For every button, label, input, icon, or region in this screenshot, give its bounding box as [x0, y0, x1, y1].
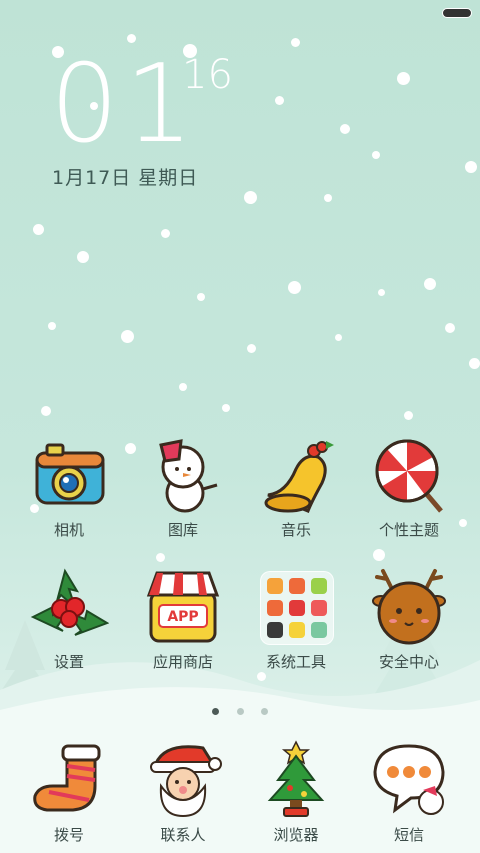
page-dot-2[interactable] — [236, 708, 244, 715]
clock-hour: 01 — [50, 42, 200, 167]
santa-icon — [143, 740, 223, 820]
app-store-icon: APP — [143, 567, 223, 647]
folder-icon — [256, 567, 336, 647]
camera-icon — [29, 435, 109, 515]
christmas-tree-icon — [256, 740, 336, 820]
app-settings[interactable]: 设置 — [14, 567, 124, 672]
app-camera[interactable]: 相机 — [14, 435, 124, 540]
app-label: 拨号 — [53, 826, 84, 844]
app-label: 系统工具 — [265, 653, 326, 671]
app-themes[interactable]: 个性主题 — [354, 435, 464, 540]
bell-icon — [256, 435, 336, 515]
battery-icon — [442, 8, 472, 18]
app-store[interactable]: APP 应用商店 — [128, 567, 238, 672]
app-label: 图库 — [167, 521, 198, 539]
app-label: 应用商店 — [152, 653, 213, 671]
app-store-badge-text: APP — [167, 609, 198, 625]
app-security-center[interactable]: 安全中心 — [354, 567, 464, 672]
app-dialer[interactable]: 拨号 — [14, 740, 124, 845]
page-dot-3[interactable] — [260, 708, 268, 715]
stocking-icon — [29, 740, 109, 820]
holly-icon — [29, 567, 110, 647]
folder-system-tools[interactable]: 系统工具 — [241, 567, 351, 672]
snowman-icon — [143, 435, 223, 515]
page-dot-1[interactable] — [212, 708, 220, 715]
app-label: 设置 — [53, 653, 84, 671]
date-label: 1月17日 星期日 — [52, 167, 199, 189]
reindeer-icon — [369, 567, 449, 647]
app-music[interactable]: 音乐 — [241, 435, 351, 540]
app-messages[interactable]: 短信 — [354, 740, 464, 845]
app-label: 相机 — [53, 521, 84, 539]
chat-bubble-icon — [369, 740, 449, 820]
app-browser[interactable]: 浏览器 — [241, 740, 351, 845]
app-label: 安全中心 — [378, 653, 439, 671]
lollipop-icon — [369, 435, 449, 515]
app-gallery[interactable]: 图库 — [128, 435, 238, 540]
app-label: 个性主题 — [378, 521, 439, 539]
clock-widget[interactable]: 01 16 — [50, 42, 233, 167]
app-label: 浏览器 — [273, 826, 319, 844]
clock-minute: 16 — [182, 52, 233, 98]
app-contacts[interactable]: 联系人 — [128, 740, 238, 845]
page-indicator[interactable] — [0, 700, 480, 719]
app-label: 联系人 — [160, 826, 206, 844]
app-label: 音乐 — [280, 521, 311, 539]
app-label: 短信 — [393, 826, 424, 844]
